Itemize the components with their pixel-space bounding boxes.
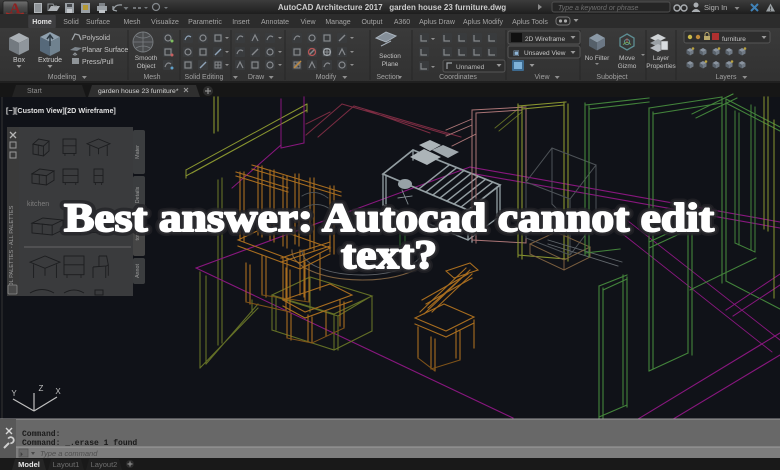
svg-text:Object: Object [137,63,156,70]
svg-text:A360: A360 [394,19,410,26]
svg-text:Modify: Modify [316,74,337,81]
svg-text:Mesh: Mesh [143,74,160,81]
svg-text:text?: text? [341,232,437,277]
svg-text:View: View [300,19,316,26]
svg-text:Section: Section [379,53,401,60]
svg-text:Layout1: Layout1 [53,460,80,469]
svg-text:AutoCAD Architecture 2017 ga: AutoCAD Architecture 2017 garden house 2… [278,3,506,12]
svg-text:kitchen: kitchen [27,201,49,208]
svg-text:Aplus Draw: Aplus Draw [419,19,456,26]
svg-text:TOOL PALETTES - ALL PALETTES: TOOL PALETTES - ALL PALETTES [9,205,15,294]
svg-text:Parametric: Parametric [188,19,222,26]
svg-text:Section: Section [376,74,399,81]
svg-text:[−][Custom View][2D Wireframe]: [−][Custom View][2D Wireframe] [6,106,116,115]
svg-text:Properties: Properties [646,63,676,70]
svg-text:Layout2: Layout2 [91,460,118,469]
svg-text:Smooth: Smooth [135,55,158,62]
svg-text:Annotate: Annotate [261,19,289,26]
svg-text:Type a keyword or phrase: Type a keyword or phrase [558,5,639,12]
svg-text:Output: Output [361,19,382,26]
svg-text:Subobject: Subobject [596,74,627,81]
svg-text:▣: ▣ [513,50,520,57]
svg-text:Sign In: Sign In [704,3,727,12]
svg-text:Y: Y [11,389,17,398]
svg-text:Polysolid: Polysolid [82,35,110,42]
svg-text:Unsaved View: Unsaved View [524,50,566,57]
svg-text:Box: Box [13,57,26,64]
svg-text:Planar Surface: Planar Surface [82,47,128,54]
svg-text:Visualize: Visualize [151,19,179,26]
svg-text:Solid Editing: Solid Editing [185,74,224,81]
svg-text:Layers: Layers [715,74,737,81]
svg-text:Extrude: Extrude [38,57,62,64]
svg-text:Surface: Surface [86,19,110,26]
svg-text:Start: Start [27,88,42,95]
svg-text:2D Wireframe: 2D Wireframe [525,36,565,43]
svg-text:View: View [534,74,550,81]
svg-text:Coordinates: Coordinates [439,74,477,81]
svg-text:Home: Home [32,19,52,26]
svg-text:Z: Z [39,384,44,393]
svg-text:Command:: Command: [22,430,60,439]
svg-text:Mater: Mater [135,145,141,159]
svg-text:Mesh: Mesh [123,19,140,26]
svg-text:!: ! [770,7,772,13]
svg-text:furniture: furniture [722,36,746,43]
svg-text:Aplus Tools: Aplus Tools [512,19,548,26]
svg-text:Aplus Modify: Aplus Modify [463,19,504,26]
svg-text:Modeling: Modeling [48,74,77,81]
svg-text:garden house 23 furniture*: garden house 23 furniture* [98,88,179,95]
svg-text:Move: Move [619,55,635,62]
svg-text:Gizmo: Gizmo [618,63,637,70]
svg-text:⏵: ⏵ [20,451,23,458]
svg-text:Type a command: Type a command [40,449,98,458]
svg-text:Model: Model [18,460,40,469]
svg-text:Layer: Layer [653,55,670,62]
svg-text:Solid: Solid [63,19,79,26]
svg-text:Plane: Plane [382,61,399,68]
svg-text:Manage: Manage [325,19,350,26]
svg-text:Annot: Annot [135,263,141,278]
svg-text:No Filter: No Filter [585,55,610,62]
svg-text:Press/Pull: Press/Pull [82,59,114,66]
svg-text:Insert: Insert [232,19,250,26]
svg-text:Unnamed: Unnamed [456,64,485,71]
svg-text:Draw: Draw [248,74,265,81]
svg-text:X: X [55,387,61,396]
